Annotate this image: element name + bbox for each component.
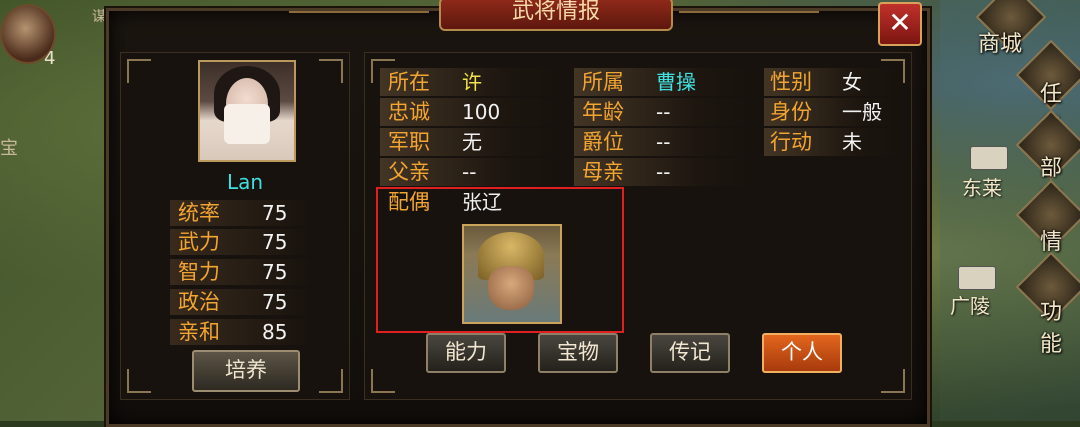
train-button[interactable]: 培养 <box>192 350 300 392</box>
gender-value: 女 <box>842 70 862 94</box>
stat-value: 75 <box>262 290 288 314</box>
location-value: 许 <box>462 70 482 94</box>
hud-count: 4 <box>44 48 56 69</box>
title-decoration-right <box>679 11 819 23</box>
stat-label: 智力 <box>178 260 220 284</box>
general-portrait[interactable] <box>198 60 296 162</box>
father-label: 父亲 <box>388 160 430 184</box>
panel-corner <box>371 369 395 393</box>
rank-value: -- <box>656 130 671 154</box>
location-label: 所在 <box>388 70 430 94</box>
age-label: 年龄 <box>582 100 624 124</box>
stat-value: 75 <box>262 260 288 284</box>
close-button[interactable]: ✕ <box>878 2 922 46</box>
stat-value: 85 <box>262 320 288 344</box>
stat-row-politics: 政治 75 <box>170 289 310 315</box>
status-value: 一般 <box>842 100 882 124</box>
faction-value: 曹操 <box>656 70 696 94</box>
side-item-shop[interactable]: 商城 <box>978 26 1022 58</box>
title-decoration-left <box>289 11 429 23</box>
post-value: 无 <box>462 130 482 154</box>
stat-label: 亲和 <box>178 320 220 344</box>
panel-corner <box>319 369 343 393</box>
panel-corner <box>127 369 151 393</box>
side-item-functions[interactable]: 功能 <box>1040 294 1080 358</box>
tab-biography[interactable]: 传记 <box>650 333 730 373</box>
status-label: 身份 <box>770 100 812 124</box>
city-label-guangling[interactable]: 广陵 <box>950 290 990 319</box>
stat-row-charm: 亲和 85 <box>170 319 310 345</box>
rank-label: 爵位 <box>582 130 624 154</box>
panel-corner <box>127 59 151 83</box>
tab-treasure[interactable]: 宝物 <box>538 333 618 373</box>
stat-label: 统率 <box>178 201 220 225</box>
panel-corner <box>319 59 343 83</box>
tab-ability[interactable]: 能力 <box>426 333 506 373</box>
tab-personal[interactable]: 个人 <box>762 333 842 373</box>
loyalty-value: 100 <box>462 100 501 124</box>
city-marker-guangling[interactable] <box>958 266 996 290</box>
panel-corner <box>881 369 905 393</box>
faction-label: 所属 <box>582 70 624 94</box>
father-value: -- <box>462 160 477 184</box>
hud-fragment-text: 谋 <box>92 9 106 25</box>
action-value: 未 <box>842 130 862 154</box>
gender-label: 性别 <box>770 70 812 94</box>
general-name: Lan <box>226 170 264 194</box>
loyalty-label: 忠诚 <box>388 100 430 124</box>
dialog-title: 武将情报 <box>439 0 673 31</box>
stat-value: 75 <box>262 230 288 254</box>
stat-value: 75 <box>262 201 288 225</box>
age-value: -- <box>656 100 671 124</box>
stat-label: 武力 <box>178 230 220 254</box>
stat-row-force: 武力 75 <box>170 229 310 255</box>
mother-label: 母亲 <box>582 160 624 184</box>
side-menu: 商城 任务 部下 情报 功能 东莱 广陵 <box>940 0 1080 421</box>
stat-row-command: 统率 75 <box>170 200 310 226</box>
post-label: 军职 <box>388 130 430 154</box>
action-label: 行动 <box>770 130 812 154</box>
spouse-highlight-box <box>376 187 624 333</box>
stat-row-intelligence: 智力 75 <box>170 259 310 285</box>
mother-value: -- <box>656 160 671 184</box>
portrait-veil <box>224 104 270 144</box>
city-marker-donglai[interactable] <box>970 146 1008 170</box>
stat-label: 政治 <box>178 290 220 314</box>
hud-fragment-text-left: 宝 <box>0 138 18 159</box>
city-label-donglai[interactable]: 东莱 <box>962 172 1002 201</box>
